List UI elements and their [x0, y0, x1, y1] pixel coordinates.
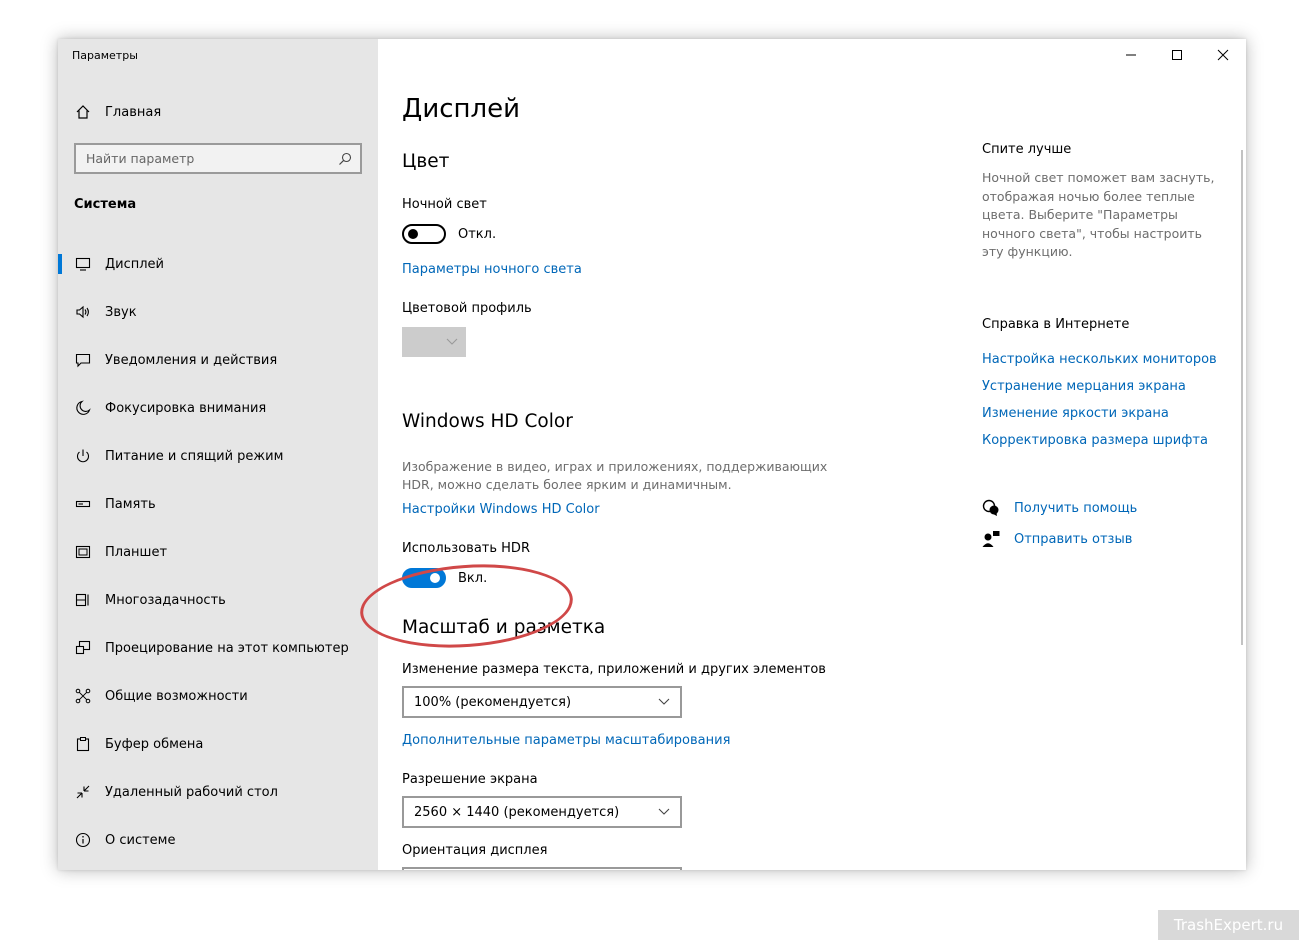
help-link-screen-flicker[interactable]: Устранение мерцания экрана: [982, 379, 1186, 394]
sidebar-item-display[interactable]: Дисплей: [58, 240, 378, 288]
sidebar-item-label: Уведомления и действия: [105, 352, 278, 368]
sidebar-item-label: Память: [105, 496, 156, 512]
section-title: Система: [74, 197, 137, 212]
monitor-icon: [75, 256, 91, 272]
color-heading: Цвет: [402, 151, 450, 172]
sidebar-item-label: Проецирование на этот компьютер: [105, 640, 349, 656]
sidebar-item-notifications[interactable]: Уведомления и действия: [58, 336, 378, 384]
settings-window: Параметры Главная Система Дисплей Звук У…: [58, 39, 1246, 870]
sidebar-item-clipboard[interactable]: Буфер обмена: [58, 720, 378, 768]
sidebar-item-label: Удаленный рабочий стол: [105, 784, 278, 800]
chat-help-icon: [982, 499, 1000, 517]
sidebar-item-focus-assist[interactable]: Фокусировка внимания: [58, 384, 378, 432]
sidebar-item-power[interactable]: Питание и спящий режим: [58, 432, 378, 480]
search-input[interactable]: [86, 151, 338, 166]
resolution-label: Разрешение экрана: [402, 772, 538, 787]
chevron-down-icon: [658, 808, 670, 815]
home-link[interactable]: Главная: [58, 99, 378, 125]
hd-color-heading: Windows HD Color: [402, 411, 573, 432]
sidebar-item-label: Звук: [105, 304, 137, 320]
scrollbar[interactable]: [1241, 150, 1243, 645]
get-help-link[interactable]: Получить помощь: [982, 499, 1137, 517]
color-profile-select[interactable]: [402, 327, 466, 357]
feedback-icon: [982, 530, 1000, 548]
hd-color-description: Изображение в видео, играх и приложениях…: [402, 459, 828, 492]
sidebar-nav: Дисплей Звук Уведомления и действия Фоку…: [58, 240, 378, 864]
home-label: Главная: [105, 104, 162, 120]
night-light-state: Откл.: [458, 226, 497, 242]
hdr-label: Использовать HDR: [402, 541, 530, 556]
multitasking-icon: [75, 592, 91, 608]
chevron-down-icon: [658, 698, 670, 705]
night-light-settings-link[interactable]: Параметры ночного света: [402, 262, 582, 277]
sidebar-item-tablet[interactable]: Планшет: [58, 528, 378, 576]
speaker-icon: [75, 304, 91, 320]
send-feedback-link[interactable]: Отправить отзыв: [982, 530, 1132, 548]
help-link-multiple-monitors[interactable]: Настройка нескольких мониторов: [982, 352, 1217, 367]
sidebar-item-label: Питание и спящий режим: [105, 448, 284, 464]
watermark: TrashExpert.ru: [1158, 910, 1299, 940]
projection-icon: [75, 640, 91, 656]
sidebar-item-label: Общие возможности: [105, 688, 248, 704]
home-icon: [76, 105, 90, 119]
hd-color-settings-link[interactable]: Настройки Windows HD Color: [402, 502, 600, 517]
sidebar-item-label: Буфер обмена: [105, 736, 204, 752]
sidebar-item-label: Планшет: [105, 544, 168, 560]
orientation-dropdown[interactable]: [402, 867, 682, 870]
resolution-dropdown[interactable]: 2560 × 1440 (рекомендуется): [402, 796, 682, 828]
sidebar-item-label: Дисплей: [105, 256, 165, 272]
night-light-label: Ночной свет: [402, 197, 487, 212]
sidebar-item-label: О системе: [105, 832, 176, 848]
scale-label: Изменение размера текста, приложений и д…: [402, 662, 826, 677]
sidebar-item-label: Фокусировка внимания: [105, 400, 267, 416]
scale-dropdown[interactable]: 100% (рекомендуется): [402, 686, 682, 718]
chevron-down-icon: [446, 338, 458, 345]
remote-desktop-icon: [75, 784, 91, 800]
power-icon: [75, 448, 91, 464]
notification-icon: [75, 352, 91, 368]
storage-icon: [75, 496, 91, 512]
search-box[interactable]: [74, 143, 362, 174]
page-title: Дисплей: [402, 94, 521, 124]
sidebar-item-remote-desktop[interactable]: Удаленный рабочий стол: [58, 768, 378, 816]
info-icon: [75, 832, 91, 848]
search-icon[interactable]: [338, 152, 352, 166]
shared-experiences-icon: [75, 688, 91, 704]
resolution-value: 2560 × 1440 (рекомендуется): [414, 804, 620, 820]
sleep-better-text: Ночной свет поможет вам заснуть, отображ…: [982, 170, 1215, 259]
sidebar-item-projection[interactable]: Проецирование на этот компьютер: [58, 624, 378, 672]
scale-value: 100% (рекомендуется): [414, 694, 572, 710]
help-link-font-size[interactable]: Корректировка размера шрифта: [982, 433, 1208, 448]
clipboard-icon: [75, 736, 91, 752]
send-feedback-label: Отправить отзыв: [1014, 531, 1133, 547]
right-panel: Спите лучше Ночной свет поможет вам засн…: [982, 39, 1222, 870]
sidebar-item-shared-experiences[interactable]: Общие возможности: [58, 672, 378, 720]
get-help-label: Получить помощь: [1014, 500, 1138, 516]
night-light-toggle[interactable]: [402, 224, 446, 244]
sidebar-item-about[interactable]: О системе: [58, 816, 378, 864]
sidebar-item-sound[interactable]: Звук: [58, 288, 378, 336]
night-light-toggle-row: Откл.: [402, 224, 496, 244]
advanced-scaling-link[interactable]: Дополнительные параметры масштабирования: [402, 733, 730, 748]
app-title: Параметры: [72, 49, 138, 62]
sidebar-item-multitasking[interactable]: Многозадачность: [58, 576, 378, 624]
toggle-knob: [408, 229, 418, 239]
sleep-better-heading: Спите лучше: [982, 142, 1072, 157]
color-profile-label: Цветовой профиль: [402, 301, 532, 316]
help-link-brightness[interactable]: Изменение яркости экрана: [982, 406, 1169, 421]
main-content: Дисплей Цвет Ночной свет Откл. Параметры…: [402, 39, 982, 870]
moon-icon: [75, 400, 91, 416]
sidebar-item-label: Многозадачность: [105, 592, 226, 608]
orientation-label: Ориентация дисплея: [402, 843, 548, 858]
sidebar-item-storage[interactable]: Память: [58, 480, 378, 528]
tablet-icon: [75, 544, 91, 560]
sidebar: Параметры Главная Система Дисплей Звук У…: [58, 39, 378, 870]
web-help-heading: Справка в Интернете: [982, 317, 1130, 332]
